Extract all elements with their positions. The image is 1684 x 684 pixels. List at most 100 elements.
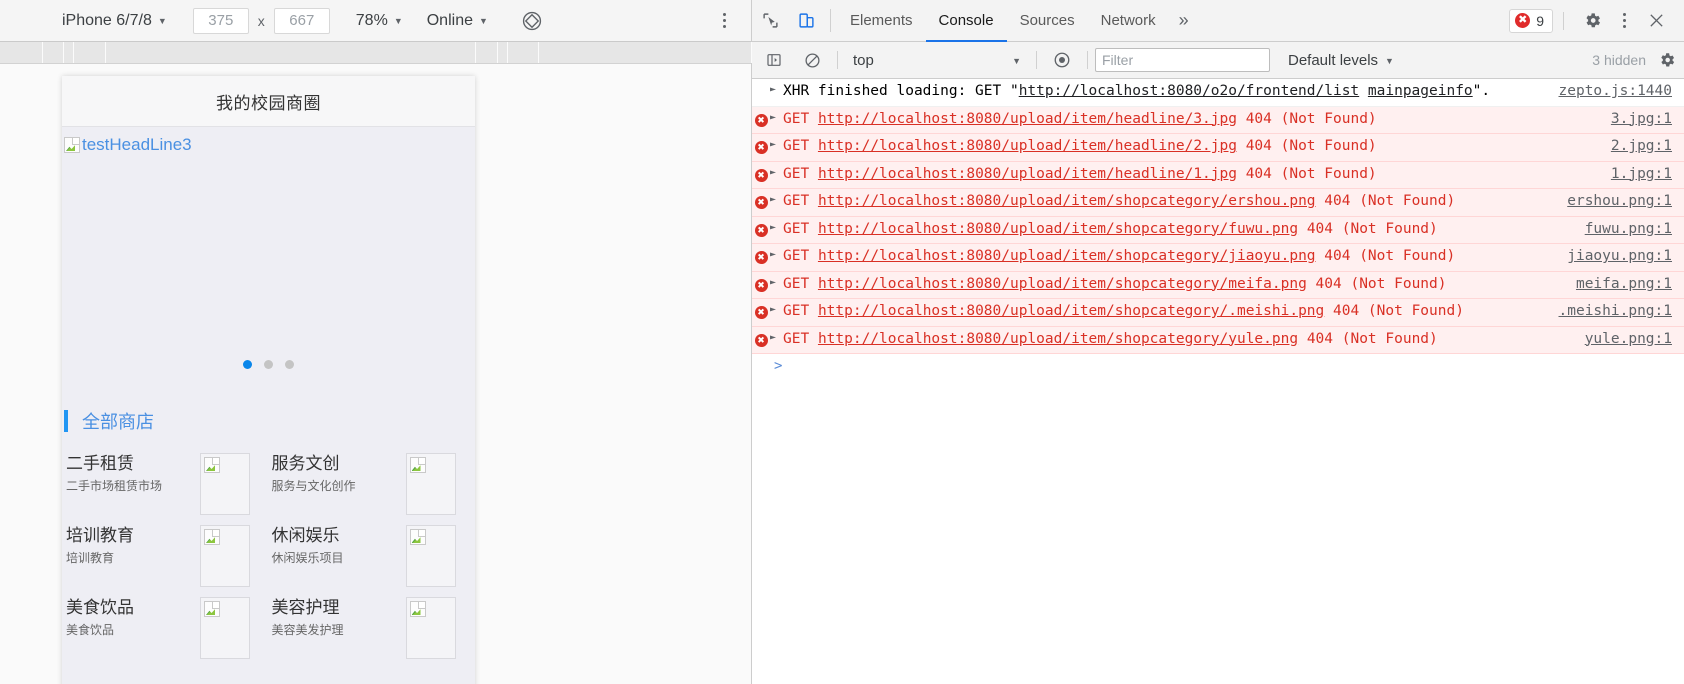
clear-console-icon[interactable] (794, 52, 830, 69)
carousel-dots[interactable] (62, 360, 475, 369)
error-circle-icon: ✖ (754, 223, 768, 237)
expand-arrow-icon[interactable]: ► (770, 301, 783, 315)
source-link[interactable]: jiaoyu.png:1 (1567, 248, 1672, 264)
console-message-error[interactable]: ✖ ► GET http://localhost:8080/upload/ite… (752, 106, 1684, 134)
expand-arrow-icon[interactable]: ► (770, 109, 783, 123)
error-count-badge[interactable]: ✖ 9 (1509, 8, 1553, 33)
message-source[interactable]: yule.png:1 (1564, 329, 1684, 351)
source-link[interactable]: zepto.js:1440 (1559, 83, 1673, 99)
carousel-dot-2[interactable] (264, 360, 273, 369)
source-link[interactable]: meifa.png:1 (1576, 276, 1672, 292)
source-link[interactable]: ershou.png:1 (1567, 193, 1672, 209)
console-message-error[interactable]: ✖ ► GET http://localhost:8080/upload/ite… (752, 189, 1684, 217)
source-link[interactable]: 1.jpg:1 (1611, 166, 1672, 182)
device-preset-select[interactable]: iPhone 6/7/8 ▼ (58, 10, 171, 32)
message-source[interactable]: fuwu.png:1 (1564, 219, 1684, 241)
banner-alt-text: testHeadLine3 (82, 135, 192, 154)
throttling-select[interactable]: Online ▼ (423, 10, 492, 32)
source-link[interactable]: 2.jpg:1 (1611, 138, 1672, 154)
request-url-link[interactable]: http://localhost:8080/upload/item/shopca… (818, 248, 1316, 264)
list-item[interactable]: 美食饮品 美食饮品 (64, 591, 270, 663)
device-toolbar-more-options-icon[interactable] (713, 9, 735, 33)
zoom-select[interactable]: 78% ▼ (352, 10, 407, 32)
more-tabs-icon[interactable]: » (1169, 0, 1199, 41)
more-tools-icon[interactable] (1612, 9, 1636, 33)
expand-arrow-icon[interactable]: ► (770, 136, 783, 150)
request-url-link[interactable]: http://localhost:8080/upload/item/shopca… (818, 303, 1324, 319)
tab-network[interactable]: Network (1088, 1, 1169, 42)
tab-sources[interactable]: Sources (1007, 1, 1088, 42)
console-sidebar-icon[interactable] (756, 52, 792, 68)
device-width-input[interactable] (192, 7, 249, 34)
carousel-dot-1[interactable] (243, 360, 252, 369)
request-url-link[interactable]: http://localhost:8080/upload/item/shopca… (818, 331, 1298, 347)
list-item[interactable]: 休闲娱乐 休闲娱乐项目 (270, 519, 476, 591)
eye-icon[interactable] (1044, 51, 1080, 69)
list-item[interactable]: 服务文创 服务与文化创作 (270, 447, 476, 519)
message-gutter: ✖ (752, 191, 770, 209)
execution-context-select[interactable]: top ▼ (845, 48, 1029, 72)
source-link[interactable]: 3.jpg:1 (1611, 111, 1672, 127)
request-url-link[interactable]: http://localhost:8080/upload/item/headli… (818, 111, 1237, 127)
close-icon[interactable] (1638, 12, 1674, 29)
expand-arrow-icon[interactable]: ► (770, 246, 783, 260)
status-text: 404 (Not Found) (1306, 220, 1438, 237)
message-gutter: ✖ (752, 274, 770, 292)
message-source[interactable]: .meishi.png:1 (1559, 301, 1684, 323)
list-item[interactable]: 培训教育 培训教育 (64, 519, 270, 591)
chevron-down-icon: ▼ (478, 16, 488, 26)
console-message-error[interactable]: ✖ ► GET http://localhost:8080/upload/ite… (752, 216, 1684, 244)
gear-icon[interactable] (1574, 11, 1610, 30)
console-message-error[interactable]: ✖ ► GET http://localhost:8080/upload/ite… (752, 161, 1684, 189)
list-item[interactable]: 美容护理 美容美发护理 (270, 591, 476, 663)
page-title: 我的校园商圈 (62, 76, 475, 127)
message-source[interactable]: jiaoyu.png:1 (1564, 246, 1684, 268)
expand-arrow-icon[interactable]: ► (770, 274, 783, 288)
xhr-url-link-2[interactable]: mainpageinfo (1368, 83, 1473, 99)
tab-label: Network (1100, 12, 1156, 29)
device-height-input[interactable] (273, 7, 330, 34)
message-source[interactable]: 1.jpg:1 (1564, 164, 1684, 186)
message-source[interactable]: meifa.png:1 (1564, 274, 1684, 296)
log-levels-select[interactable]: Default levels ▼ (1280, 48, 1402, 72)
console-message-error[interactable]: ✖ ► GET http://localhost:8080/upload/ite… (752, 299, 1684, 327)
expand-arrow-icon[interactable]: ► (770, 191, 783, 205)
headline-carousel[interactable]: testHeadLine3 (62, 127, 475, 395)
list-item[interactable]: 二手租赁 二手市场租赁市场 (64, 447, 270, 519)
console-message-error[interactable]: ✖ ► GET http://localhost:8080/upload/ite… (752, 271, 1684, 299)
console-message-error[interactable]: ✖ ► GET http://localhost:8080/upload/ite… (752, 326, 1684, 354)
source-link[interactable]: .meishi.png:1 (1559, 303, 1673, 319)
console-message-error[interactable]: ✖ ► GET http://localhost:8080/upload/ite… (752, 244, 1684, 272)
console-settings-gear-icon[interactable] (1658, 51, 1684, 69)
chevron-down-icon: ▼ (1385, 55, 1394, 66)
expand-arrow-icon[interactable]: ► (770, 81, 783, 95)
mobile-page-viewport[interactable]: 我的校园商圈 testHeadLine3 全部商店 二手租赁 二手市场租赁市场 … (62, 76, 475, 684)
request-url-link[interactable]: http://localhost:8080/upload/item/headli… (818, 138, 1237, 154)
carousel-dot-3[interactable] (285, 360, 294, 369)
console-message-xhr[interactable]: ► XHR finished loading: GET "http://loca… (752, 79, 1684, 107)
inspect-element-icon[interactable] (752, 0, 788, 41)
tab-console[interactable]: Console (925, 1, 1007, 42)
expand-arrow-icon[interactable]: ► (770, 164, 783, 178)
console-message-error[interactable]: ✖ ► GET http://localhost:8080/upload/ite… (752, 134, 1684, 162)
request-url-link[interactable]: http://localhost:8080/upload/item/shopca… (818, 276, 1307, 292)
rotate-device-icon[interactable] (518, 7, 546, 35)
request-url-link[interactable]: http://localhost:8080/upload/item/shopca… (818, 221, 1298, 237)
filter-input[interactable] (1095, 48, 1270, 72)
tab-elements[interactable]: Elements (837, 1, 926, 42)
console-input-prompt[interactable]: > (752, 354, 1684, 374)
message-gutter: ✖ (752, 109, 770, 127)
xhr-url-link[interactable]: http://localhost:8080/o2o/frontend/list (1019, 83, 1359, 99)
request-url-link[interactable]: http://localhost:8080/upload/item/shopca… (818, 193, 1316, 209)
source-link[interactable]: yule.png:1 (1585, 331, 1672, 347)
expand-arrow-icon[interactable]: ► (770, 329, 783, 343)
message-source[interactable]: 3.jpg:1 (1564, 109, 1684, 131)
console-message-list[interactable]: ► XHR finished loading: GET "http://loca… (752, 79, 1684, 684)
message-source[interactable]: ershou.png:1 (1564, 191, 1684, 213)
toggle-device-toolbar-icon[interactable] (788, 0, 824, 41)
source-link[interactable]: fuwu.png:1 (1585, 221, 1672, 237)
expand-arrow-icon[interactable]: ► (770, 219, 783, 233)
message-source[interactable]: 2.jpg:1 (1564, 136, 1684, 158)
request-url-link[interactable]: http://localhost:8080/upload/item/headli… (818, 166, 1237, 182)
message-source[interactable]: zepto.js:1440 (1559, 81, 1684, 103)
